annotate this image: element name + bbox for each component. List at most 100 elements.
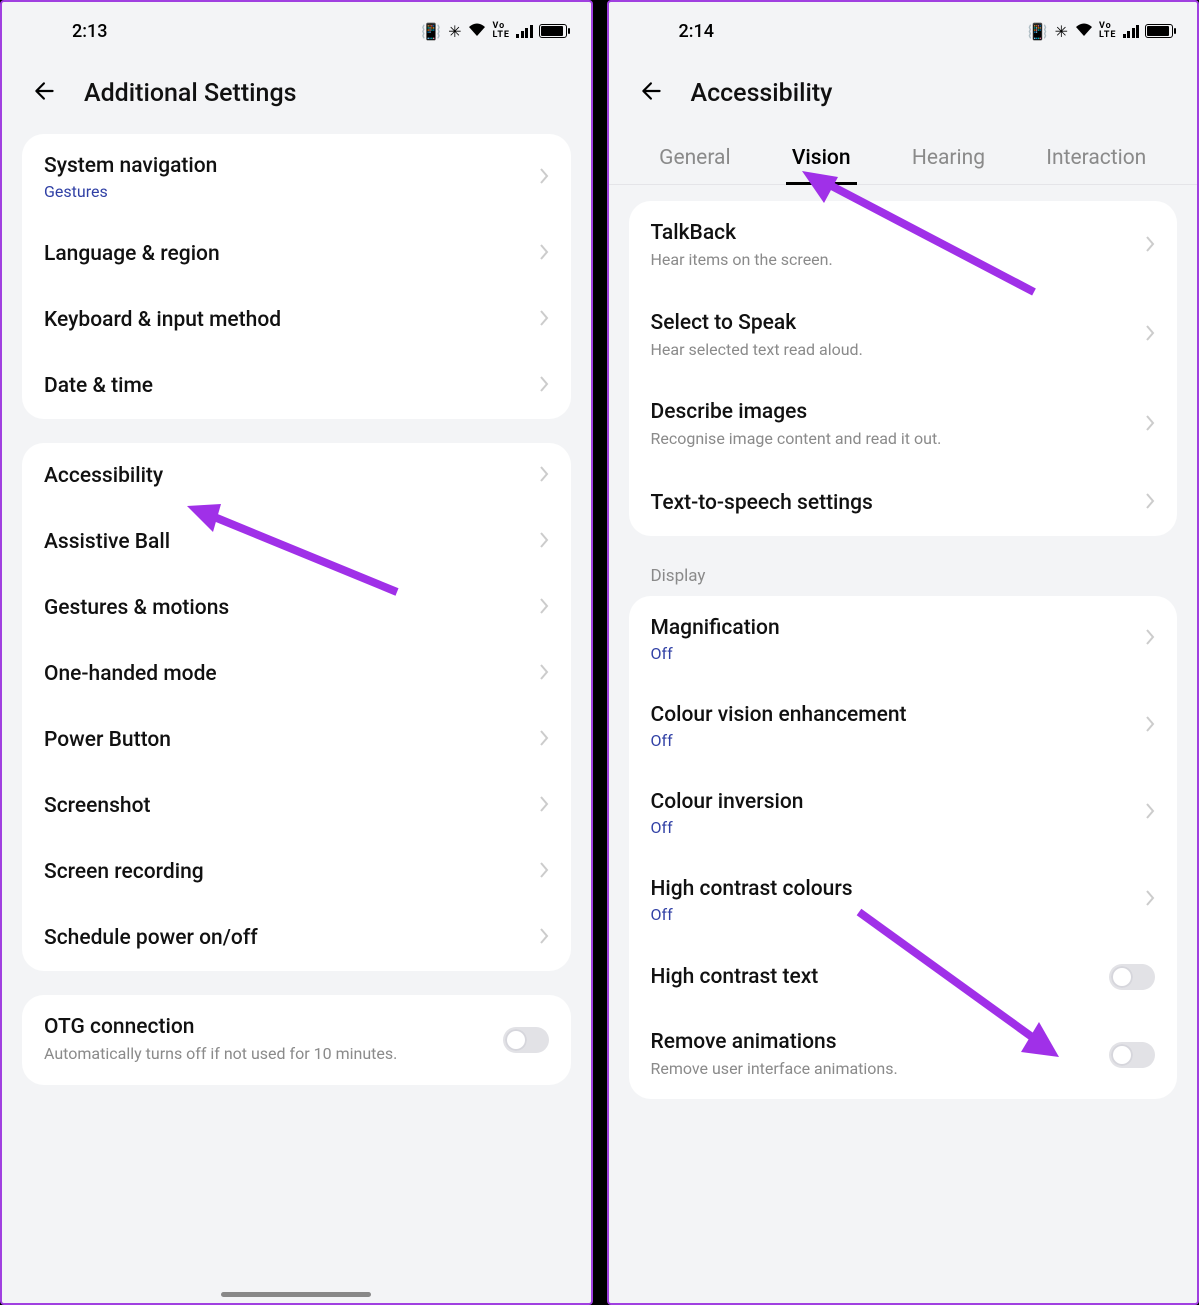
chevron-right-icon <box>539 243 549 265</box>
otg-toggle[interactable] <box>503 1027 549 1053</box>
vision-group-display: Magnification Off Colour vision enhancem… <box>629 596 1178 1100</box>
back-button[interactable] <box>32 78 58 108</box>
row-title: Gestures & motions <box>44 596 539 620</box>
tab-vision[interactable]: Vision <box>786 134 857 184</box>
row-description: Remove user interface animations. <box>651 1058 1110 1080</box>
row-high-contrast-colours[interactable]: High contrast colours Off <box>629 857 1178 944</box>
chevron-right-icon <box>539 861 549 883</box>
tab-hearing[interactable]: Hearing <box>906 134 991 184</box>
chevron-right-icon <box>1145 889 1155 911</box>
row-title: TalkBack <box>651 221 1146 245</box>
back-button[interactable] <box>639 78 665 108</box>
row-otg-connection[interactable]: OTG connection Automatically turns off i… <box>22 995 571 1085</box>
row-description: Recognise image content and read it out. <box>651 428 1146 450</box>
signal-icon <box>1123 24 1140 38</box>
row-description: Hear items on the screen. <box>651 249 1146 271</box>
chevron-right-icon <box>1145 235 1155 257</box>
row-title: Schedule power on/off <box>44 926 539 950</box>
row-title: Select to Speak <box>651 311 1146 335</box>
row-title: Screen recording <box>44 860 539 884</box>
row-title: System navigation <box>44 154 539 178</box>
vibrate-icon: 📳 <box>1028 22 1049 41</box>
screen-header: Accessibility <box>609 60 1198 134</box>
volte-icon: VoLTE <box>1099 22 1117 40</box>
row-tts-settings[interactable]: Text-to-speech settings <box>629 470 1178 536</box>
row-language-region[interactable]: Language & region <box>22 221 571 287</box>
battery-icon <box>539 24 567 38</box>
row-title: OTG connection <box>44 1015 503 1039</box>
wifi-icon <box>1075 22 1093 41</box>
row-title: Screenshot <box>44 794 539 818</box>
row-describe-images[interactable]: Describe images Recognise image content … <box>629 380 1178 470</box>
chevron-right-icon <box>539 663 549 685</box>
chevron-right-icon <box>539 729 549 751</box>
row-keyboard-input[interactable]: Keyboard & input method <box>22 287 571 353</box>
row-title: Keyboard & input method <box>44 308 539 332</box>
chevron-right-icon <box>539 309 549 331</box>
settings-group-2: Accessibility Assistive Ball Gestures & … <box>22 443 571 971</box>
row-system-navigation[interactable]: System navigation Gestures <box>22 134 571 221</box>
gesture-bar[interactable] <box>221 1292 371 1297</box>
row-talkback[interactable]: TalkBack Hear items on the screen. <box>629 201 1178 291</box>
row-title: Date & time <box>44 374 539 398</box>
row-screen-recording[interactable]: Screen recording <box>22 839 571 905</box>
row-remove-animations[interactable]: Remove animations Remove user interface … <box>629 1010 1178 1100</box>
screen-header: Additional Settings <box>2 60 591 134</box>
chevron-right-icon <box>539 465 549 487</box>
row-title: Language & region <box>44 242 539 266</box>
chevron-right-icon <box>539 795 549 817</box>
chevron-right-icon <box>539 927 549 949</box>
status-time: 2:14 <box>679 21 714 42</box>
vibrate-icon: 📳 <box>421 22 442 41</box>
chevron-right-icon <box>539 167 549 189</box>
chevron-right-icon <box>1145 492 1155 514</box>
tab-interaction[interactable]: Interaction <box>1040 134 1152 184</box>
row-title: Power Button <box>44 728 539 752</box>
row-colour-inversion[interactable]: Colour inversion Off <box>629 770 1178 857</box>
row-colour-vision[interactable]: Colour vision enhancement Off <box>629 683 1178 770</box>
chevron-right-icon <box>1145 802 1155 824</box>
row-subtitle: Off <box>651 644 1146 663</box>
chevron-right-icon <box>539 531 549 553</box>
row-schedule-power[interactable]: Schedule power on/off <box>22 905 571 971</box>
row-accessibility[interactable]: Accessibility <box>22 443 571 509</box>
settings-group-3: OTG connection Automatically turns off i… <box>22 995 571 1085</box>
chevron-right-icon <box>539 597 549 619</box>
battery-icon <box>1145 24 1173 38</box>
tab-general[interactable]: General <box>653 134 736 184</box>
row-assistive-ball[interactable]: Assistive Ball <box>22 509 571 575</box>
phone-right: 2:14 📳 ✳ VoLTE Accessibility General Vis… <box>607 0 1199 1305</box>
chevron-right-icon <box>1145 715 1155 737</box>
row-subtitle: Gestures <box>44 182 539 201</box>
row-date-time[interactable]: Date & time <box>22 353 571 419</box>
phone-left: 2:13 📳 ✳ VoLTE Additional Settings Syste… <box>0 0 593 1305</box>
row-title: Describe images <box>651 400 1146 424</box>
row-title: Colour inversion <box>651 790 1146 814</box>
row-title: Text-to-speech settings <box>651 491 1146 515</box>
bluetooth-icon: ✳ <box>1055 22 1069 41</box>
remove-animations-toggle[interactable] <box>1109 1042 1155 1068</box>
row-gestures-motions[interactable]: Gestures & motions <box>22 575 571 641</box>
row-high-contrast-text[interactable]: High contrast text <box>629 944 1178 1010</box>
page-title: Accessibility <box>691 79 833 108</box>
status-time: 2:13 <box>72 21 107 42</box>
signal-icon <box>516 24 533 38</box>
row-magnification[interactable]: Magnification Off <box>629 596 1178 683</box>
chevron-right-icon <box>1145 414 1155 436</box>
high-contrast-text-toggle[interactable] <box>1109 964 1155 990</box>
row-select-to-speak[interactable]: Select to Speak Hear selected text read … <box>629 291 1178 381</box>
status-icons: 📳 ✳ VoLTE <box>1028 22 1173 41</box>
page-title: Additional Settings <box>84 79 297 108</box>
row-title: Colour vision enhancement <box>651 703 1146 727</box>
row-title: Accessibility <box>44 464 539 488</box>
tab-bar: General Vision Hearing Interaction <box>609 134 1198 185</box>
row-title: One-handed mode <box>44 662 539 686</box>
row-title: Magnification <box>651 616 1146 640</box>
row-power-button[interactable]: Power Button <box>22 707 571 773</box>
wifi-icon <box>468 22 486 41</box>
row-one-handed[interactable]: One-handed mode <box>22 641 571 707</box>
chevron-right-icon <box>1145 324 1155 346</box>
status-icons: 📳 ✳ VoLTE <box>421 22 566 41</box>
row-screenshot[interactable]: Screenshot <box>22 773 571 839</box>
settings-group-1: System navigation Gestures Language & re… <box>22 134 571 419</box>
